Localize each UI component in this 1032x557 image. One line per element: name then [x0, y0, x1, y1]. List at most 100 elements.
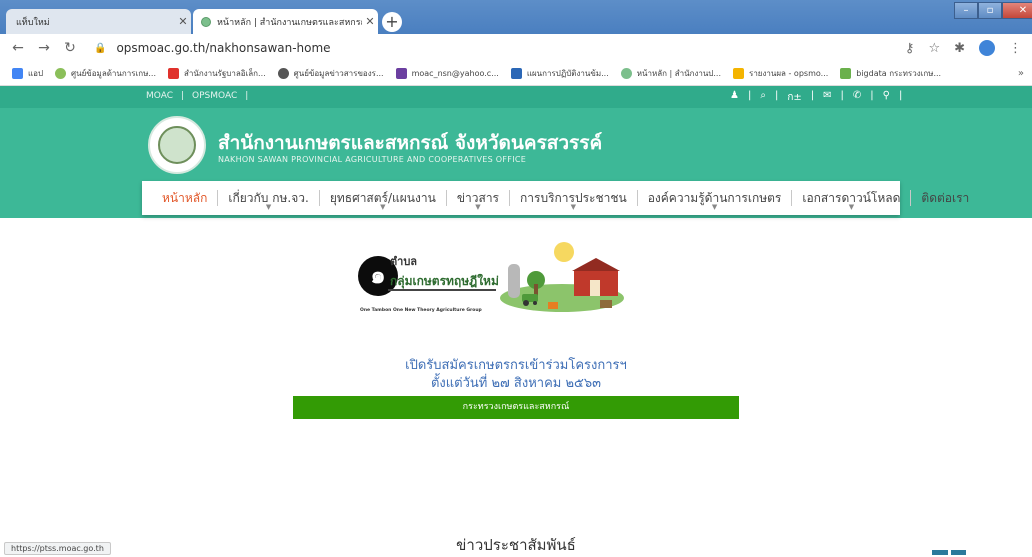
bookmark-label: แผนการปฏิบัติงานข้ม...: [526, 69, 609, 78]
menu-item-news[interactable]: ข่าวสาร ▼: [447, 190, 510, 211]
window-controls: – ▫ ✕: [954, 2, 1032, 20]
bookmarks-overflow-icon[interactable]: »: [1018, 68, 1024, 79]
divider: |: [774, 90, 779, 101]
address-bar-actions: ⚷ ☆ ✱ ⋮: [905, 40, 1022, 56]
globe-icon: [277, 68, 289, 79]
tab-new-tab[interactable]: แท็บใหม่ ✕: [6, 9, 191, 34]
bookmark-item[interactable]: รายงานผล - opsmo...: [733, 67, 828, 80]
bookmark-apps[interactable]: แอป: [12, 67, 43, 80]
forward-arrow-icon[interactable]: →: [34, 40, 54, 56]
reload-icon[interactable]: ↻: [60, 40, 80, 56]
top-links: MOAC | OPSMOAC |: [146, 91, 248, 101]
bookmark-label: แอป: [28, 69, 44, 78]
corner-widget-icon[interactable]: [932, 550, 966, 555]
bookmark-item[interactable]: ศูนย์ข้อมูลด้านการเกษ...: [55, 67, 156, 80]
menu-item-services[interactable]: การบริการประชาชน ▼: [510, 190, 638, 211]
bookmark-item[interactable]: สำนักงานรัฐบาลอิเล็ก...: [168, 67, 266, 80]
menu-item-contact[interactable]: ติดต่อเรา: [911, 190, 979, 206]
star-icon[interactable]: ☆: [928, 41, 940, 56]
divider: |: [899, 90, 903, 101]
menu-item-strategy[interactable]: ยุทธศาสตร์/แผนงาน ▼: [320, 190, 447, 211]
bookmark-label: ศูนย์ข้อมูลด้านการเกษ...: [71, 69, 156, 78]
main-menu: หน้าหลัก เกี่ยวกับ กษ.จว. ▼ ยุทธศาสตร์/แ…: [142, 181, 969, 215]
divider: |: [810, 90, 815, 101]
project-banner[interactable]: ๑ ตำบล กลุ่มเกษตรทฤษฎีใหม่ One Tambon On…: [340, 232, 626, 332]
location-icon[interactable]: ⚲: [883, 90, 890, 105]
ministry-logo[interactable]: [148, 116, 206, 174]
bookmarks-bar: แอป ศูนย์ข้อมูลด้านการเกษ... สำนักงานรัฐ…: [0, 62, 1032, 86]
divider: |: [747, 90, 752, 101]
extensions-icon[interactable]: ✱: [954, 41, 965, 56]
new-tab-button[interactable]: +: [382, 12, 402, 32]
mail-icon: [395, 68, 407, 79]
chevron-down-icon: ▼: [711, 203, 718, 211]
menu-item-home[interactable]: หน้าหลัก: [152, 190, 219, 206]
window-close-button[interactable]: ✕: [1002, 2, 1032, 19]
crate-shape: [600, 300, 612, 308]
tractor-wheel-shape: [523, 300, 529, 306]
barn-door-shape: [590, 280, 600, 296]
bookmark-label: ศูนย์ข้อมูลข่าวสารของร...: [293, 69, 384, 78]
close-icon[interactable]: ✕: [175, 15, 191, 28]
bookmark-label: สำนักงานรัฐบาลอิเล็ก...: [184, 69, 266, 78]
bookmark-item[interactable]: moac_nsn@yahoo.c...: [395, 68, 499, 79]
divider: |: [245, 91, 249, 101]
menu-item-downloads[interactable]: เอกสารดาวน์โหลด ▼: [792, 190, 912, 211]
chevron-down-icon: ▼: [265, 203, 272, 211]
bookmark-item[interactable]: ศูนย์ข้อมูลข่าวสารของร...: [277, 67, 384, 80]
bookmark-label: moac_nsn@yahoo.c...: [411, 69, 499, 78]
announcement-line2: ตั้งแต่วันที่ ๒๗ สิงหาคม ๒๕๖๓: [430, 376, 602, 391]
tab-label: หน้าหลัก | สำนักงานเกษตรและสหกรณ์: [217, 17, 362, 28]
sheet-icon: [733, 68, 745, 79]
bookmark-item[interactable]: bigdata กระทรวงเกษ...: [840, 67, 941, 80]
minimize-button[interactable]: –: [954, 2, 978, 19]
banner-divider: [388, 289, 496, 291]
moac-link[interactable]: MOAC: [146, 91, 173, 101]
key-icon[interactable]: ⚷: [905, 41, 915, 56]
divider: |: [180, 91, 185, 101]
more-menu-icon[interactable]: ⋮: [1009, 41, 1022, 56]
menu-item-about[interactable]: เกี่ยวกับ กษ.จว. ▼: [218, 190, 320, 211]
font-size-icon[interactable]: ก±: [787, 90, 801, 105]
globe-icon: [55, 68, 67, 79]
chevron-down-icon: ▼: [380, 203, 386, 211]
chevron-down-icon: ▼: [475, 203, 481, 211]
bookmark-label: รายงานผล - opsmo...: [749, 69, 829, 78]
opsmoac-link[interactable]: OPSMOAC: [192, 91, 237, 101]
site-subtitle: NAKHON SAWAN PROVINCIAL AGRICULTURE AND …: [218, 155, 527, 164]
crate-shape: [548, 302, 558, 309]
menu-item-knowledge[interactable]: องค์ความรู้ด้านการเกษตร ▼: [638, 190, 793, 211]
ministry-bar[interactable]: กระทรวงเกษตรและสหกรณ์: [293, 396, 739, 419]
lock-icon[interactable]: 🔒: [94, 43, 106, 54]
bookmark-item[interactable]: หน้าหลัก | สำนักงานป...: [620, 67, 721, 80]
mail-icon[interactable]: ✉: [823, 90, 831, 105]
logo-emblem-icon: [158, 126, 196, 164]
bookmark-label: bigdata กระทรวงเกษ...: [856, 69, 942, 78]
divider: |: [840, 90, 844, 101]
maximize-button[interactable]: ▫: [978, 2, 1002, 19]
barn-roof-shape: [572, 258, 620, 271]
back-arrow-icon[interactable]: ←: [8, 40, 28, 56]
site-title: สำนักงานเกษตรและสหกรณ์ จังหวัดนครสวรรค์: [218, 132, 603, 154]
phone-icon[interactable]: ✆: [853, 90, 861, 105]
site-favicon-icon: [201, 16, 211, 27]
tractor-wheel-shape: [533, 301, 537, 305]
news-section-title: ข่าวประชาสัมพันธ์: [456, 536, 576, 554]
address-bar: ← → ↻ 🔒 opsmoac.go.th/nakhonsawan-home ⚷…: [0, 34, 1032, 62]
silo-shape: [508, 264, 520, 298]
farm-illustration: [500, 242, 624, 312]
profile-avatar-icon[interactable]: [979, 40, 995, 56]
url-input[interactable]: opsmoac.go.th/nakhonsawan-home: [116, 41, 330, 55]
chart-icon: [840, 68, 852, 79]
banner-english: One Tambon One New Theory Agriculture Gr…: [360, 308, 482, 313]
menu-label: หน้าหลัก: [162, 191, 208, 205]
tab-label: แท็บใหม่: [16, 17, 50, 28]
close-icon[interactable]: ✕: [362, 15, 378, 28]
search-icon[interactable]: ⌕: [760, 90, 766, 105]
divider: |: [870, 90, 874, 101]
bookmark-item[interactable]: แผนการปฏิบัติงานข้ม...: [510, 67, 609, 80]
banner-line1: ตำบล: [390, 255, 418, 268]
tab-opsmoac-home[interactable]: หน้าหลัก | สำนักงานเกษตรและสหกรณ์ ✕: [193, 9, 378, 34]
user-icon[interactable]: ♟: [730, 90, 739, 105]
browser-titlebar: แท็บใหม่ ✕ หน้าหลัก | สำนักงานเกษตรและสห…: [0, 0, 1032, 34]
